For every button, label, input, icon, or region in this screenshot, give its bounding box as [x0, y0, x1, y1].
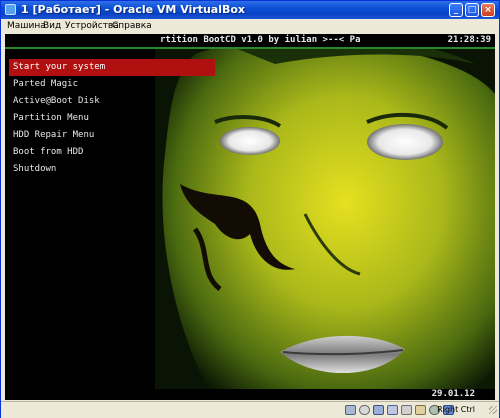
window-title: 1 [Работает] - Oracle VM VirtualBox — [21, 3, 246, 16]
date: 29.01.12 — [431, 389, 475, 399]
shared-folders-icon[interactable] — [415, 405, 426, 415]
resize-grip[interactable] — [489, 406, 497, 414]
network-icon[interactable] — [387, 405, 398, 415]
menu-machine[interactable]: Машина — [7, 21, 46, 31]
boot-option-boot-from-hdd[interactable]: Boot from HDD — [9, 144, 215, 161]
virtualbox-window: 1 [Работает] - Oracle VM VirtualBox _ □ … — [0, 0, 500, 418]
host-key-label: Right Ctrl — [437, 405, 475, 414]
boot-option-partition-menu[interactable]: Partition Menu — [9, 110, 215, 127]
boot-option-start-your-system[interactable]: Start your system — [9, 59, 215, 76]
scrolling-title: rtition BootCD v1.0 by iulian >--< Pa — [160, 35, 361, 45]
menu-bar: Машина Вид Устройства Справка — [1, 19, 499, 33]
boot-footer: 29.01.12 — [5, 389, 495, 400]
boot-option-active-boot-disk[interactable]: Active@Boot Disk — [9, 93, 215, 110]
title-bar[interactable]: 1 [Работает] - Oracle VM VirtualBox _ □ … — [1, 1, 499, 19]
boot-header: rtition BootCD v1.0 by iulian >--< Pa 21… — [5, 34, 495, 47]
boot-option-parted-magic[interactable]: Parted Magic — [9, 76, 215, 93]
status-bar: Right Ctrl — [1, 401, 499, 418]
usb-icon[interactable] — [401, 405, 412, 415]
boot-option-shutdown[interactable]: Shutdown — [9, 161, 215, 178]
menu-devices[interactable]: Устройства — [65, 21, 119, 31]
maximize-button[interactable]: □ — [465, 3, 479, 17]
menu-view[interactable]: Вид — [43, 21, 61, 31]
minimize-button[interactable]: _ — [449, 3, 463, 17]
header-divider — [5, 47, 495, 49]
vm-screen[interactable]: rtition BootCD v1.0 by iulian >--< Pa 21… — [5, 34, 495, 400]
floppy-icon[interactable] — [373, 405, 384, 415]
boot-option-hdd-repair-menu[interactable]: HDD Repair Menu — [9, 127, 215, 144]
optical-drive-icon[interactable] — [359, 405, 370, 415]
menu-help[interactable]: Справка — [112, 21, 152, 31]
boot-menu: Start your system Parted Magic Active@Bo… — [9, 59, 215, 178]
virtualbox-app-icon — [5, 4, 16, 15]
clock: 21:28:39 — [447, 35, 491, 45]
close-button[interactable]: × — [481, 3, 495, 17]
hard-disk-icon[interactable] — [345, 405, 356, 415]
